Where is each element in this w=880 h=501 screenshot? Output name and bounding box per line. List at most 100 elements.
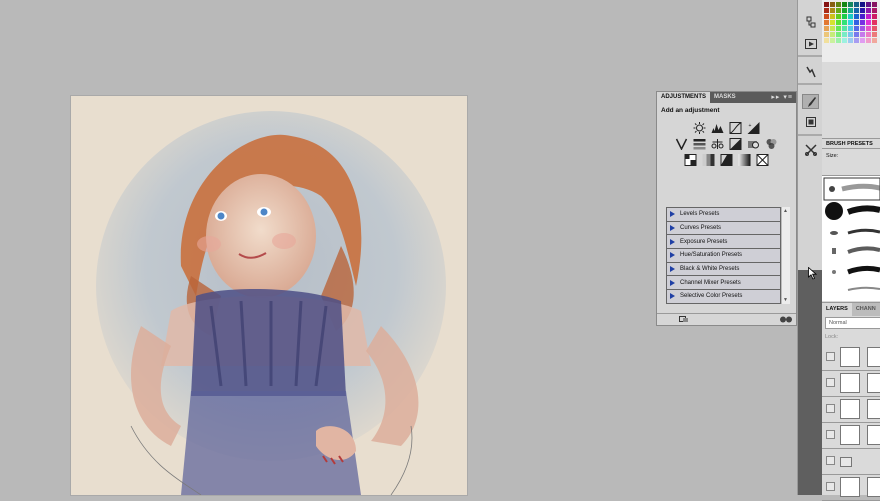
color-balance-icon[interactable] <box>710 137 725 150</box>
color-swatch[interactable] <box>866 8 871 13</box>
color-swatch[interactable] <box>836 26 841 31</box>
color-swatch[interactable] <box>866 26 871 31</box>
preset-black-white[interactable]: Black & White Presets <box>667 263 780 277</box>
color-swatch[interactable] <box>866 20 871 25</box>
tab-channels[interactable]: CHANN <box>851 303 880 316</box>
color-swatch[interactable] <box>848 32 853 37</box>
actions-icon[interactable] <box>802 36 819 51</box>
preset-selective-color[interactable]: Selective Color Presets <box>667 290 780 303</box>
color-swatch[interactable] <box>872 2 877 7</box>
vibrance-icon[interactable] <box>674 137 689 150</box>
color-swatch[interactable] <box>872 20 877 25</box>
color-swatch[interactable] <box>866 32 871 37</box>
color-swatch[interactable] <box>866 2 871 7</box>
color-swatch[interactable] <box>848 8 853 13</box>
layer-row[interactable] <box>822 370 880 397</box>
panel-menu-icon[interactable]: ▸▸ ▾≡ <box>771 92 793 103</box>
layer-row[interactable] <box>822 344 880 371</box>
swatches-panel[interactable] <box>822 0 880 62</box>
brush-presets-icon[interactable] <box>802 94 819 109</box>
color-swatch[interactable] <box>866 38 871 43</box>
color-swatch[interactable] <box>836 38 841 43</box>
invert-icon[interactable] <box>683 153 698 166</box>
color-swatch[interactable] <box>824 38 829 43</box>
color-swatch[interactable] <box>860 38 865 43</box>
clone-source-icon[interactable] <box>802 114 819 129</box>
color-swatch[interactable] <box>854 32 859 37</box>
color-swatch[interactable] <box>842 2 847 7</box>
color-swatch[interactable] <box>848 20 853 25</box>
color-swatch[interactable] <box>860 26 865 31</box>
color-swatch[interactable] <box>830 20 835 25</box>
brush-preset-list[interactable] <box>822 175 880 301</box>
color-swatch[interactable] <box>854 26 859 31</box>
exposure-icon[interactable]: + <box>746 121 761 134</box>
color-swatch[interactable] <box>824 20 829 25</box>
color-swatch[interactable] <box>824 26 829 31</box>
color-swatch[interactable] <box>842 32 847 37</box>
color-swatch[interactable] <box>842 38 847 43</box>
color-swatch[interactable] <box>836 14 841 19</box>
color-swatch[interactable] <box>842 8 847 13</box>
visibility-eye-icon[interactable] <box>826 404 835 413</box>
color-swatch[interactable] <box>872 38 877 43</box>
visibility-eye-icon[interactable] <box>826 482 835 491</box>
layer-row[interactable] <box>822 396 880 423</box>
color-swatch-grid[interactable] <box>822 0 880 62</box>
hue-saturation-icon[interactable] <box>692 137 707 150</box>
color-swatch[interactable] <box>860 2 865 7</box>
tab-masks[interactable]: MASKS <box>710 92 740 103</box>
history-icon[interactable] <box>802 14 819 29</box>
color-swatch[interactable] <box>830 38 835 43</box>
color-swatch[interactable] <box>854 8 859 13</box>
color-swatch[interactable] <box>830 2 835 7</box>
levels-icon[interactable] <box>710 121 725 134</box>
color-swatch[interactable] <box>824 8 829 13</box>
layer-group-row[interactable] <box>822 448 880 475</box>
color-swatch[interactable] <box>836 20 841 25</box>
color-swatch[interactable] <box>830 32 835 37</box>
brightness-contrast-icon[interactable] <box>692 121 707 134</box>
color-swatch[interactable] <box>830 26 835 31</box>
color-swatch[interactable] <box>842 26 847 31</box>
color-swatch[interactable] <box>860 14 865 19</box>
tools-icon[interactable] <box>802 142 819 157</box>
color-swatch[interactable] <box>830 14 835 19</box>
presets-scrollbar[interactable]: ▲ ▼ <box>781 207 790 304</box>
scroll-down-icon[interactable]: ▼ <box>783 297 788 303</box>
tool-presets-icon[interactable] <box>802 64 819 79</box>
selective-color-icon[interactable] <box>755 153 770 166</box>
color-swatch[interactable] <box>836 32 841 37</box>
posterize-icon[interactable] <box>701 153 716 166</box>
preset-hue-saturation[interactable]: Hue/Saturation Presets <box>667 249 780 263</box>
curves-icon[interactable] <box>728 121 743 134</box>
color-swatch[interactable] <box>848 26 853 31</box>
color-swatch[interactable] <box>860 8 865 13</box>
preset-channel-mixer[interactable]: Channel Mixer Presets <box>667 276 780 291</box>
color-swatch[interactable] <box>860 20 865 25</box>
visibility-toggle-icon[interactable] <box>780 316 792 323</box>
black-white-icon[interactable] <box>728 137 743 150</box>
photo-filter-icon[interactable] <box>746 137 761 150</box>
scroll-up-icon[interactable]: ▲ <box>783 208 788 214</box>
threshold-icon[interactable] <box>719 153 734 166</box>
visibility-eye-icon[interactable] <box>826 456 835 465</box>
color-swatch[interactable] <box>854 14 859 19</box>
clip-to-layer-icon[interactable] <box>679 316 689 323</box>
color-swatch[interactable] <box>830 8 835 13</box>
color-swatch[interactable] <box>824 2 829 7</box>
color-swatch[interactable] <box>854 20 859 25</box>
color-swatch[interactable] <box>842 14 847 19</box>
color-swatch[interactable] <box>854 38 859 43</box>
preset-exposure[interactable]: Exposure Presets <box>667 235 780 250</box>
preset-curves[interactable]: Curves Presets <box>667 222 780 236</box>
layer-row[interactable] <box>822 422 880 449</box>
channel-mixer-icon[interactable] <box>764 137 779 150</box>
visibility-eye-icon[interactable] <box>826 430 835 439</box>
gradient-map-icon[interactable] <box>737 153 752 166</box>
tab-layers[interactable]: LAYERS <box>822 303 852 316</box>
color-swatch[interactable] <box>854 2 859 7</box>
color-swatch[interactable] <box>842 20 847 25</box>
color-swatch[interactable] <box>872 8 877 13</box>
color-swatch[interactable] <box>866 14 871 19</box>
